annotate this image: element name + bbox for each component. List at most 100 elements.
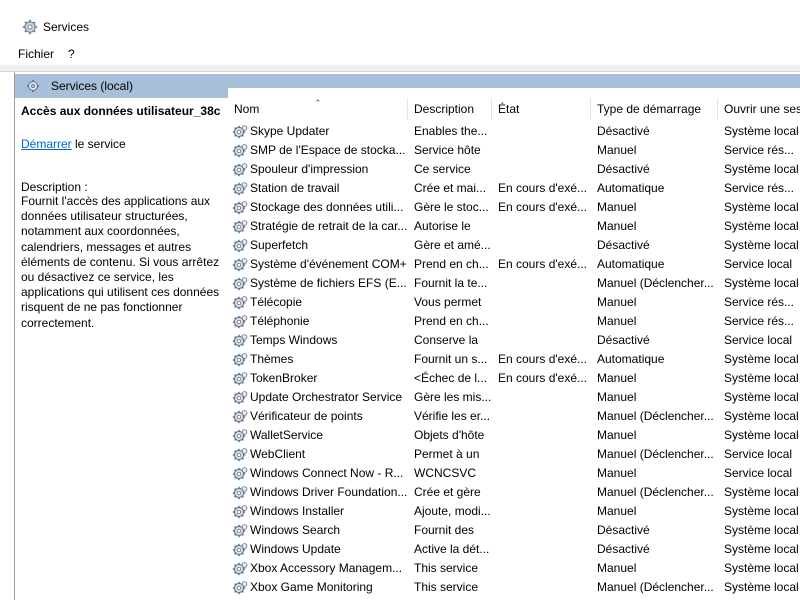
service-row[interactable]: Superfetch Gère et amé... Désactivé Système…: [220, 236, 800, 255]
service-gear-icon: [232, 447, 248, 461]
service-gear-icon: [232, 295, 248, 309]
column-header-state[interactable]: État: [492, 98, 591, 120]
service-description: Ajoute, modi...: [414, 504, 491, 518]
service-name-cell: Update Orchestrator Service: [220, 388, 408, 407]
service-logon: Système local: [724, 485, 799, 499]
service-action: Démarrer le service: [21, 137, 220, 151]
service-row[interactable]: Update Orchestrator Service Gère les mis.…: [220, 388, 800, 407]
services-rows: Skype Updater Enables the... Désactivé Syst…: [220, 122, 800, 597]
service-name-cell: Windows Connect Now - R...: [220, 464, 408, 483]
service-name: Vérificateur de points: [250, 409, 363, 423]
service-name-cell: Système de fichiers EFS (E...: [220, 274, 408, 293]
service-row[interactable]: Windows Driver Foundation... Crée et gère…: [220, 483, 800, 502]
service-startup-type: Manuel: [597, 390, 637, 404]
service-row[interactable]: Windows Search Fournit des Désactivé Systèm…: [220, 521, 800, 540]
service-row[interactable]: Windows Installer Ajoute, modi... Manuel Sy…: [220, 502, 800, 521]
service-gear-icon: [232, 390, 248, 404]
service-description: Fournit des: [414, 523, 475, 537]
service-state: En cours d'exé...: [498, 352, 588, 366]
service-name-cell: Xbox Accessory Managem...: [220, 559, 408, 578]
service-logon: Système local: [724, 352, 799, 366]
service-logon: Système local: [724, 428, 799, 442]
service-row[interactable]: Windows Update Active la dét... Désactivé S…: [220, 540, 800, 559]
service-description: Prend en ch...: [414, 257, 489, 271]
service-gear-icon: [232, 276, 248, 290]
service-row[interactable]: Vérificateur de points Vérifie les er... M…: [220, 407, 800, 426]
service-name: Système d'événement COM+: [250, 257, 407, 271]
service-name-cell: Thèmes: [220, 350, 408, 369]
service-name-cell: Superfetch: [220, 236, 408, 255]
service-name: Thèmes: [250, 352, 294, 366]
column-header-startup-type[interactable]: Type de démarrage: [591, 98, 718, 120]
service-logon: Système local: [724, 561, 799, 575]
service-startup-type: Manuel (Déclencher...: [597, 409, 714, 423]
service-gear-icon: [232, 238, 248, 252]
service-name: Update Orchestrator Service: [250, 390, 403, 404]
service-row[interactable]: Xbox Game Monitoring This service Manuel (…: [220, 578, 800, 597]
service-state: En cours d'exé...: [498, 200, 588, 214]
services-gear-icon: [22, 19, 38, 35]
service-startup-type: Manuel: [597, 428, 637, 442]
service-name-cell: Xbox Game Monitoring: [220, 578, 408, 597]
column-header-logon[interactable]: Ouvrir une session en tant que: [718, 98, 800, 120]
service-gear-icon: [232, 333, 248, 347]
service-row[interactable]: Stockage des données utili... Gère le sto…: [220, 198, 800, 217]
service-gear-icon: [232, 523, 248, 537]
service-startup-type: Manuel: [597, 504, 637, 518]
service-startup-type: Manuel (Déclencher...: [597, 447, 714, 461]
service-row[interactable]: WalletService Objets d'hôte Manuel Système …: [220, 426, 800, 445]
service-details-panel: Accès aux données utilisateur_38cec Déma…: [15, 98, 220, 600]
service-row[interactable]: Windows Connect Now - R... WCNCSVC Manuel S…: [220, 464, 800, 483]
service-description: Service hôte: [414, 143, 481, 157]
service-row[interactable]: WebClient Permet à un Manuel (Déclencher..…: [220, 445, 800, 464]
service-row[interactable]: Temps Windows Conserve la Désactivé Service…: [220, 331, 800, 350]
service-name-cell: Station de travail: [220, 179, 408, 198]
service-row[interactable]: SMP de l'Espace de stocka... Service hôte…: [220, 141, 800, 160]
service-gear-icon: [232, 124, 248, 138]
service-row[interactable]: Système de fichiers EFS (E... Fournit la …: [220, 274, 800, 293]
service-row[interactable]: Station de travail Crée et mai... En cours…: [220, 179, 800, 198]
service-name-cell: WebClient: [220, 445, 408, 464]
service-gear-icon: [232, 504, 248, 518]
service-row[interactable]: Thèmes Fournit un s... En cours d'exé... Au…: [220, 350, 800, 369]
service-startup-type: Manuel: [597, 143, 637, 157]
service-description: This service: [414, 561, 479, 575]
title-bar[interactable]: Services: [0, 11, 800, 43]
service-logon: Service rés...: [724, 181, 795, 195]
service-description: Gère le stoc...: [414, 200, 489, 214]
service-logon: Service rés...: [724, 295, 795, 309]
service-row[interactable]: Stratégie de retrait de la car... Autoris…: [220, 217, 800, 236]
service-row[interactable]: Xbox Accessory Managem... This service Man…: [220, 559, 800, 578]
column-header-name[interactable]: ⌃ Nom: [220, 98, 408, 120]
column-name-label: Nom: [234, 102, 260, 116]
menu-help[interactable]: ?: [62, 43, 81, 65]
menu-file[interactable]: Fichier: [12, 43, 60, 65]
service-description: Gère et amé...: [414, 238, 491, 252]
service-name-cell: Windows Search: [220, 521, 408, 540]
service-row[interactable]: Télécopie Vous permet Manuel Service rés...: [220, 293, 800, 312]
service-startup-type: Manuel: [597, 466, 637, 480]
service-row[interactable]: Skype Updater Enables the... Désactivé Syst…: [220, 122, 800, 141]
service-name-cell: WalletService: [220, 426, 408, 445]
service-name: Windows Installer: [250, 504, 345, 518]
service-state: [492, 274, 591, 293]
start-service-link[interactable]: Démarrer: [21, 137, 72, 151]
service-gear-icon: [232, 409, 248, 423]
service-row[interactable]: Téléphonie Prend en ch... Manuel Service ré…: [220, 312, 800, 331]
service-logon: Système local: [724, 371, 799, 385]
service-description: Vérifie les er...: [414, 409, 491, 423]
column-header-description[interactable]: Description: [408, 98, 492, 120]
service-startup-type: Désactivé: [597, 238, 650, 252]
service-name-cell: Système d'événement COM+: [220, 255, 408, 274]
service-logon: Système local: [724, 219, 799, 233]
service-name-cell: Temps Windows: [220, 331, 408, 350]
service-name-cell: Télécopie: [220, 293, 408, 312]
description-label: Description :: [21, 180, 88, 194]
service-row[interactable]: TokenBroker <Échec de l... En cours d'exé.…: [220, 369, 800, 388]
service-row[interactable]: Système d'événement COM+ Prend en ch... En…: [220, 255, 800, 274]
service-action-suffix: le service: [71, 137, 126, 151]
service-row[interactable]: Spouleur d'impression Ce service Désactivé…: [220, 160, 800, 179]
service-name-cell: TokenBroker: [220, 369, 408, 388]
service-startup-type: Manuel (Déclencher...: [597, 580, 714, 594]
service-state: [492, 578, 591, 597]
